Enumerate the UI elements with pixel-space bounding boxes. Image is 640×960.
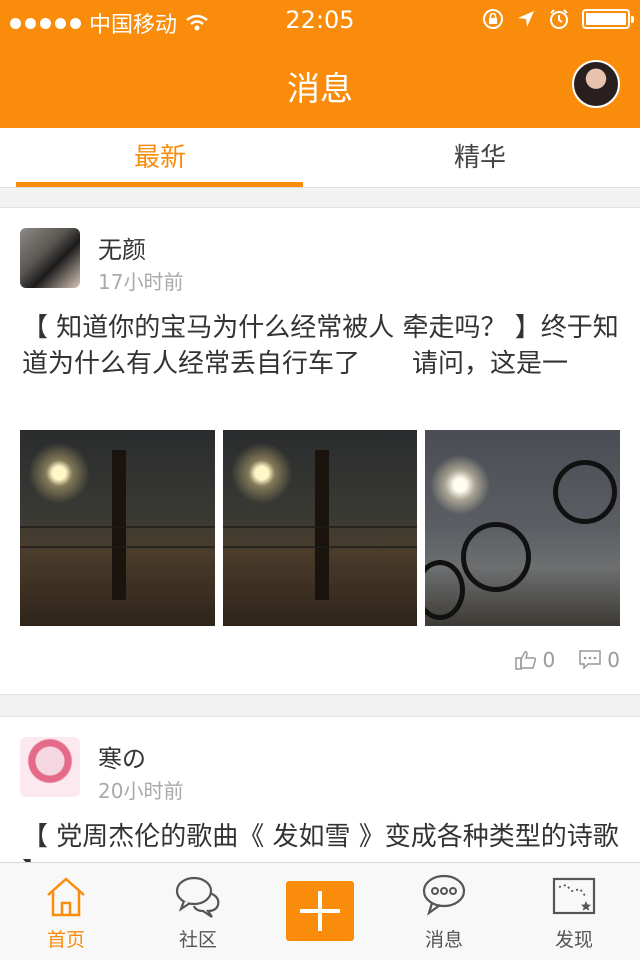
map-icon [552, 877, 596, 915]
active-tab-indicator [16, 182, 303, 187]
like-count: 0 [542, 648, 556, 672]
message-icon [422, 874, 466, 916]
tabbar-label: 社区 [178, 929, 217, 951]
post-image[interactable] [20, 430, 215, 626]
status-bar: 中国移动 22:05 [0, 0, 640, 40]
author-avatar[interactable] [20, 737, 80, 797]
battery-icon [582, 9, 634, 29]
tabbar-label: 消息 [424, 929, 463, 951]
rotation-lock-icon [483, 9, 503, 29]
location-arrow-icon [518, 11, 534, 27]
tabbar-label: 首页 [46, 929, 85, 951]
feed-tabs: 最新 精华 [0, 128, 640, 188]
post-card[interactable]: 无颜 17小时前 【 知道你的宝马为什么经常被人 牵走吗？ 】终于知道为什么有人… [0, 207, 640, 695]
tab-latest[interactable]: 最新 [0, 128, 320, 188]
post-image[interactable] [222, 430, 418, 626]
top-bar: 中国移动 22:05 消息 [0, 0, 640, 128]
post-time: 17小时前 [98, 270, 184, 294]
post-actions: 0 0 [514, 648, 620, 672]
comment-count: 0 [607, 648, 620, 672]
thumbs-up-icon [514, 651, 536, 670]
home-icon [47, 877, 85, 917]
chat-bubbles-icon [175, 876, 220, 918]
status-right [482, 8, 634, 30]
like-button[interactable]: 0 [514, 648, 556, 672]
tabbar-item-home[interactable]: 首页 [2, 863, 130, 960]
author-name[interactable]: 寒の [98, 739, 146, 774]
author-avatar[interactable] [20, 228, 80, 288]
tabbar-item-discover[interactable]: 发现 [510, 863, 638, 960]
page-title: 消息 [287, 69, 353, 108]
post-text[interactable]: 【 知道你的宝马为什么经常被人 牵走吗？ 】终于知道为什么有人经常丢自行车了 请… [22, 310, 622, 382]
comment-button[interactable]: 0 [579, 648, 620, 672]
comment-icon [579, 650, 602, 670]
compose-button[interactable] [286, 881, 354, 941]
tab-featured[interactable]: 精华 [320, 128, 640, 188]
post-images [20, 430, 621, 626]
tabbar-item-messages[interactable]: 消息 [380, 863, 508, 960]
tabbar-item-community[interactable]: 社区 [134, 863, 262, 960]
alarm-icon [550, 9, 568, 29]
post-image[interactable] [425, 430, 621, 626]
author-name[interactable]: 无颜 [98, 230, 146, 265]
user-avatar[interactable] [572, 60, 620, 108]
tabbar-label: 发现 [554, 929, 593, 951]
post-time: 20小时前 [98, 779, 184, 803]
